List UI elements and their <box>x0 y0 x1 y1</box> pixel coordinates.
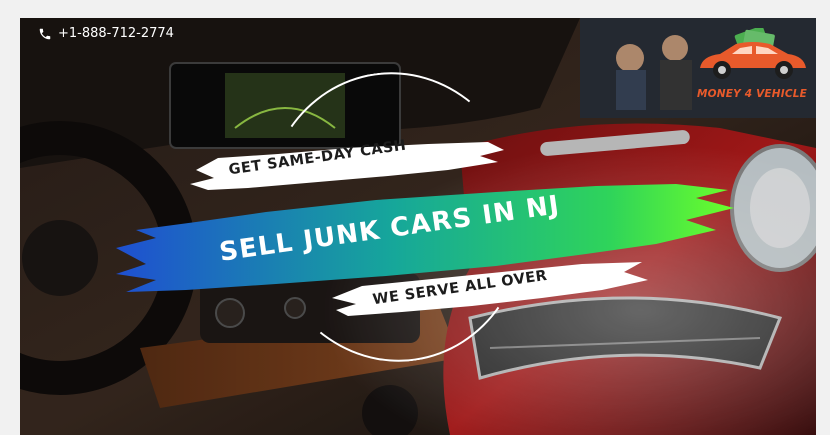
phone-number: +1-888-712-2774 <box>58 26 174 41</box>
phone-icon <box>39 28 51 39</box>
phone-link[interactable]: +1-888-712-2774 <box>38 26 174 41</box>
car-logo-icon <box>700 25 806 79</box>
hero-banner: GET SAME-DAY CASH SELL JUNK CARS IN NJ W… <box>20 18 816 435</box>
brand-logo[interactable]: MONEY 4 VEHICLE <box>692 25 812 106</box>
logo-text: MONEY 4 VEHICLE <box>696 88 808 100</box>
page-frame: GET SAME-DAY CASH SELL JUNK CARS IN NJ W… <box>0 0 830 435</box>
